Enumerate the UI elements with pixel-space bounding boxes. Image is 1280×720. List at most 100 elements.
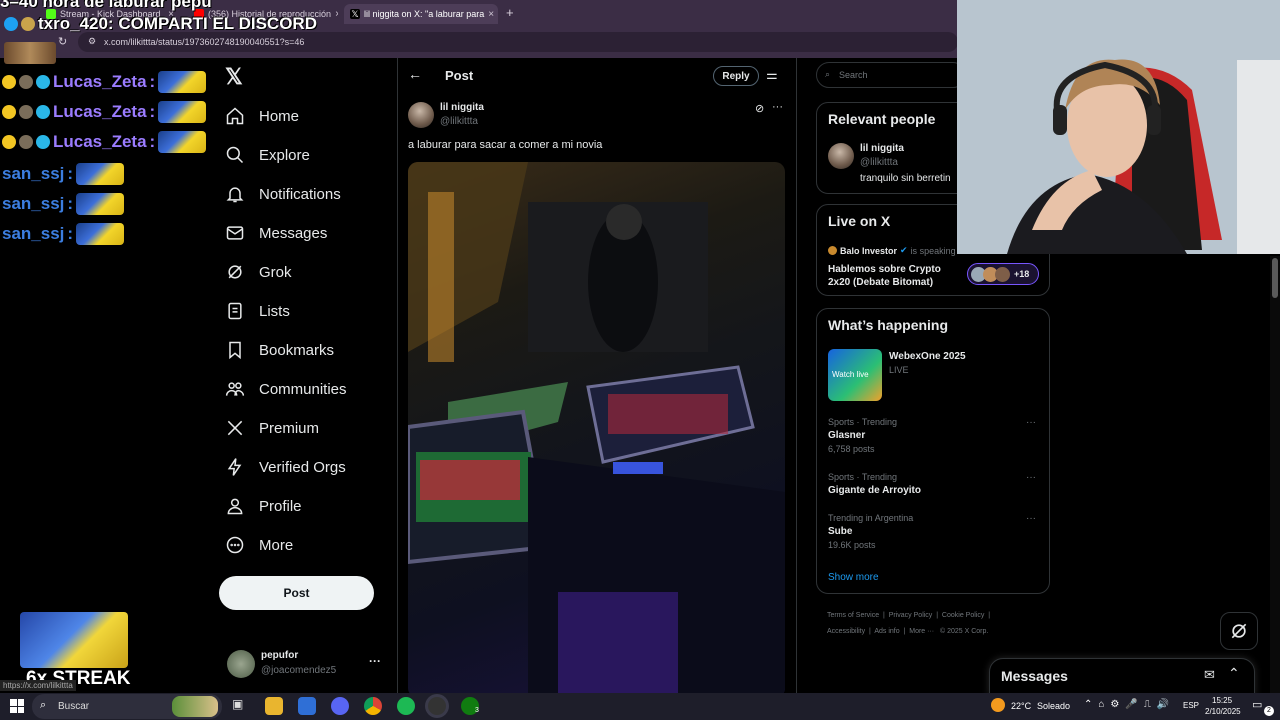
messages-drawer[interactable]: Messages ✉ ⌃ xyxy=(989,658,1255,696)
footer-link[interactable]: Ads info xyxy=(874,628,899,635)
footer-link[interactable]: More ··· xyxy=(909,628,934,635)
listener-count: +18 xyxy=(1014,269,1030,279)
space-title[interactable]: Hablemos sobre Crypto 2x20 (Debate Bitom… xyxy=(828,263,948,289)
file-explorer-icon[interactable] xyxy=(265,697,283,715)
microsoft-store-icon[interactable] xyxy=(298,697,316,715)
post-text: a laburar para sacar a comer a mi novia xyxy=(408,139,603,151)
nav-label: Notifications xyxy=(259,185,341,203)
chevron-up-icon[interactable]: ⌃ xyxy=(1228,665,1240,682)
search-input[interactable]: ⌕ Search xyxy=(816,62,966,88)
reply-button[interactable]: Reply xyxy=(713,66,759,86)
post-handle[interactable]: @lilkittta xyxy=(440,116,478,127)
post-button[interactable]: Post xyxy=(219,576,374,610)
site-info-icon[interactable]: ⚙ xyxy=(88,36,96,47)
chrome-icon[interactable] xyxy=(364,697,382,715)
nav-label: Verified Orgs xyxy=(259,458,346,476)
bell-icon xyxy=(226,187,244,203)
footer-link[interactable]: Terms of Service xyxy=(827,612,879,619)
trend-item[interactable]: Sports · Trending Gigante de Arroyito ··… xyxy=(828,472,1040,502)
nav-more[interactable]: More xyxy=(225,528,293,562)
address-bar[interactable]: ⚙ x.com/lilkittta/status/197360274819004… xyxy=(78,32,958,52)
account-switcher[interactable]: pepufor @joacomendez5 ··· xyxy=(225,648,405,682)
spotify-icon[interactable] xyxy=(397,697,415,715)
chat-username: san_ssj xyxy=(2,194,65,213)
show-more-link[interactable]: Show more xyxy=(828,572,879,583)
back-arrow-icon[interactable]: ← xyxy=(408,66,422,82)
footer-link[interactable]: Cookie Policy xyxy=(942,612,984,619)
emote-icon xyxy=(158,131,207,153)
clock[interactable]: 15:25 xyxy=(1212,696,1232,705)
weather-icon[interactable] xyxy=(991,698,1005,712)
more-icon[interactable]: ··· xyxy=(369,654,381,668)
grok-button[interactable] xyxy=(1220,612,1258,650)
communities-icon xyxy=(225,382,245,396)
url-text: x.com/lilkittta/status/19736027481900405… xyxy=(104,37,305,47)
chat-separator: : xyxy=(67,164,74,183)
space-listeners[interactable]: +18 xyxy=(967,263,1039,285)
person-name[interactable]: lil niggita xyxy=(860,143,904,154)
reload-icon[interactable]: ↻ xyxy=(58,35,67,48)
windows-start-icon[interactable] xyxy=(10,699,24,713)
weather-text[interactable]: Soleado xyxy=(1037,701,1070,711)
nav-bookmarks[interactable]: Bookmarks xyxy=(225,333,334,367)
trend-posts: 19.6K posts xyxy=(828,540,876,550)
compose-message-icon[interactable]: ✉ xyxy=(1204,667,1215,683)
weather-temp[interactable]: 22°C xyxy=(1011,701,1031,711)
more-icon[interactable]: ··· xyxy=(1026,513,1036,524)
nav-verified-orgs[interactable]: Verified Orgs xyxy=(225,450,346,484)
tab-x-post[interactable]: 𝕏 lil niggita on X: "a laburar para × xyxy=(344,4,498,24)
nav-communities[interactable]: Communities xyxy=(225,372,347,406)
nav-premium[interactable]: Premium xyxy=(225,411,319,445)
nav-explore[interactable]: Explore xyxy=(225,138,310,172)
avatar xyxy=(227,650,255,678)
x-logo-icon[interactable]: 𝕏 xyxy=(225,64,243,90)
scrollbar[interactable] xyxy=(1270,256,1280,693)
filter-icon[interactable]: ⚌ xyxy=(766,67,778,83)
avatar[interactable] xyxy=(828,143,854,169)
nav-label: Bookmarks xyxy=(259,341,335,359)
event-thumb-label: Watch live xyxy=(832,370,869,379)
discord-icon[interactable] xyxy=(331,697,349,715)
obs-icon[interactable] xyxy=(428,697,446,715)
avatar[interactable] xyxy=(408,102,434,128)
nav-messages[interactable]: Messages xyxy=(225,216,327,250)
nav-lists[interactable]: Lists xyxy=(225,294,290,328)
date[interactable]: 2/10/2025 xyxy=(1205,707,1241,716)
task-view-icon[interactable]: ▣ xyxy=(232,697,250,715)
close-icon[interactable]: × xyxy=(335,9,338,20)
footer-link[interactable]: Accessibility xyxy=(827,628,865,635)
taskbar-search[interactable]: ⌕ Buscar xyxy=(32,694,222,719)
chat-discord-line: txro_420: COMPARTI EL DISCORD xyxy=(4,14,317,34)
new-tab-button[interactable]: + xyxy=(506,5,514,20)
trend-posts: 6,758 posts xyxy=(828,444,875,454)
nav-home[interactable]: Home xyxy=(225,99,299,133)
post-image[interactable] xyxy=(408,162,785,698)
system-tray-icons[interactable]: ⌃⌂⚙🎤⎍🔊 xyxy=(1084,699,1175,710)
x-favicon-icon: 𝕏 xyxy=(350,9,360,19)
footer-link[interactable]: Privacy Policy xyxy=(889,612,933,619)
more-icon[interactable]: ··· xyxy=(1026,417,1036,428)
language-indicator[interactable]: ESP xyxy=(1183,701,1199,710)
nav-profile[interactable]: Profile xyxy=(225,489,302,523)
nav-label: Premium xyxy=(259,419,320,437)
event-thumbnail[interactable]: Watch live xyxy=(828,349,882,401)
more-icon[interactable]: ··· xyxy=(772,101,783,113)
nav-grok[interactable]: Grok xyxy=(225,255,292,289)
nav-notifications[interactable]: Notifications xyxy=(225,177,341,211)
grok-icon[interactable]: ⊘ xyxy=(755,102,764,115)
post-column: ← Post Reply ⚌ lil niggita @lilkittta ⊘ … xyxy=(398,58,796,698)
trend-item[interactable]: Trending in Argentina Sube 19.6K posts ·… xyxy=(828,513,1040,557)
event-name[interactable]: WebexOne 2025 xyxy=(889,351,966,362)
person-icon xyxy=(227,498,243,515)
live-host[interactable]: Balo Investor ✔ is speaking xyxy=(828,245,956,256)
emote-icon xyxy=(76,163,125,185)
more-icon[interactable]: ··· xyxy=(1026,472,1036,483)
notification-icon[interactable]: ▭ xyxy=(1252,698,1262,711)
scrollbar-thumb[interactable] xyxy=(1272,258,1278,298)
trend-item[interactable]: Sports · Trending Glasner 6,758 posts ··… xyxy=(828,417,1040,461)
badge-icon xyxy=(2,105,16,119)
link-status-url: https://x.com/lilkittta xyxy=(0,680,76,691)
close-icon[interactable]: × xyxy=(488,9,494,20)
post-author[interactable]: lil niggita xyxy=(440,102,484,113)
chat-username: san_ssj xyxy=(2,164,65,183)
